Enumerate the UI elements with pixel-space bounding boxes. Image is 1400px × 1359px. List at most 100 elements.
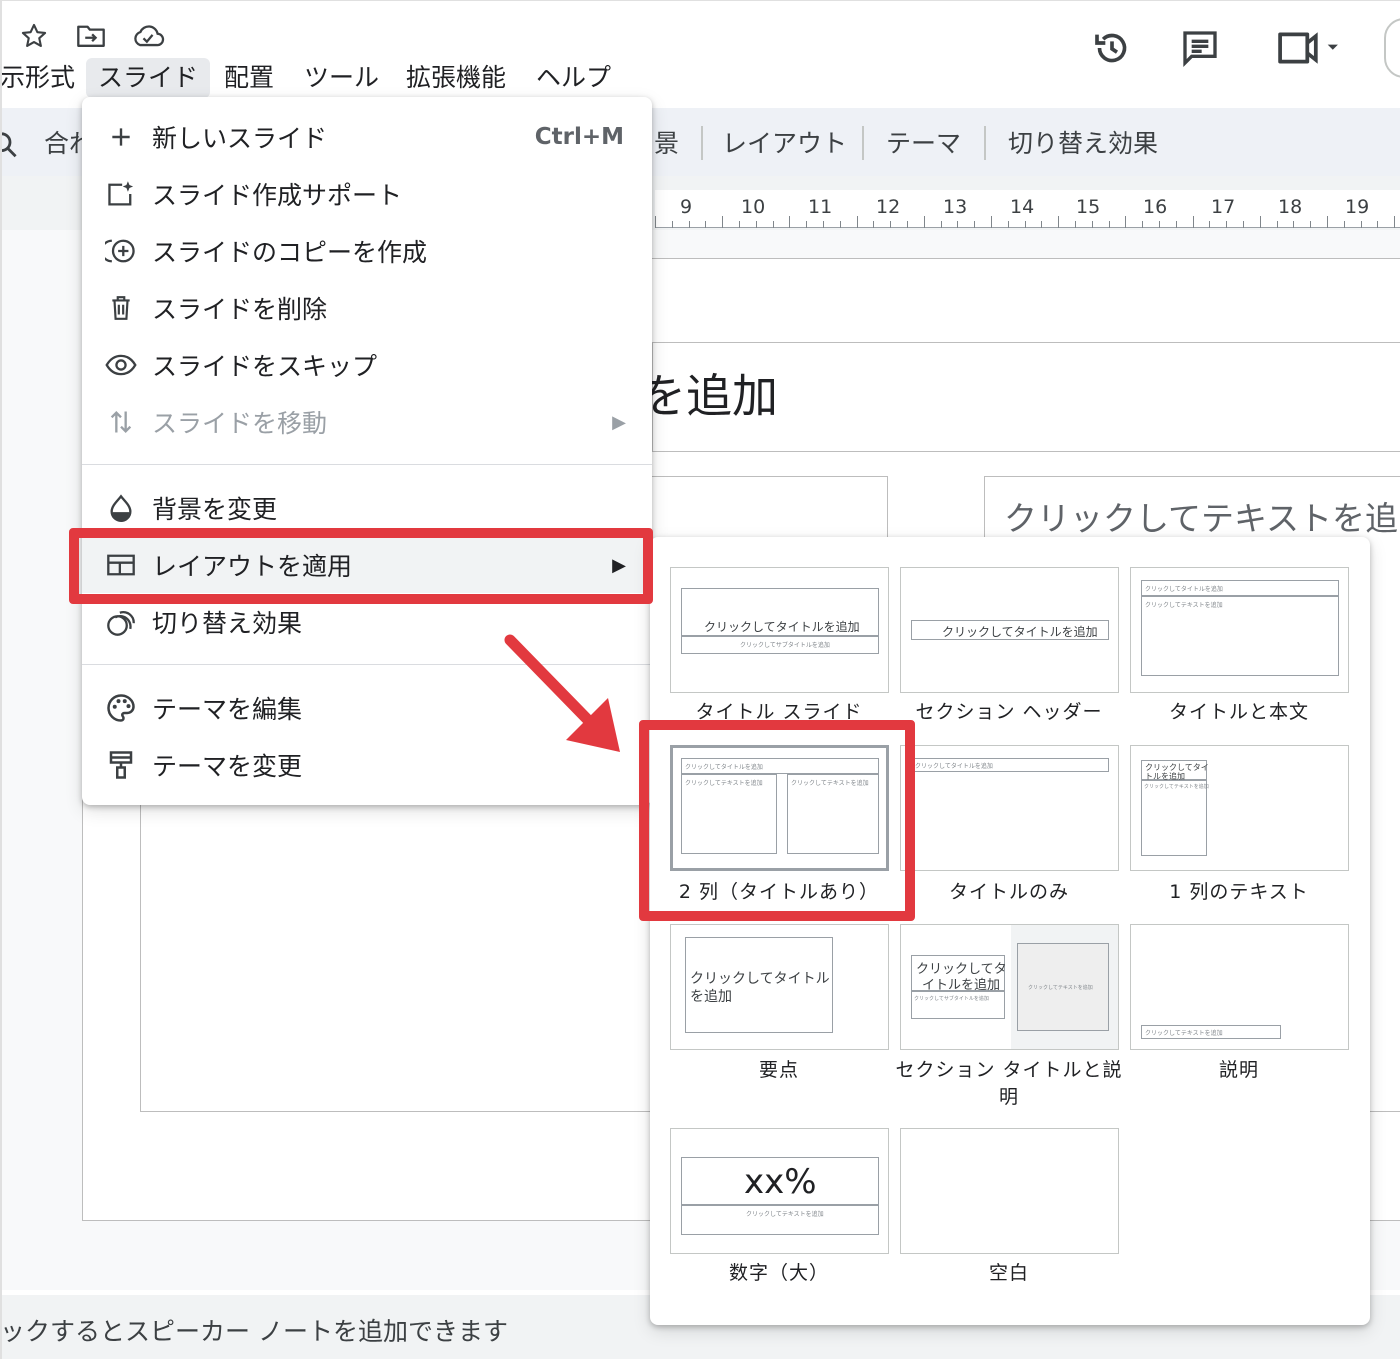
thumb-title-text: クリックしてタイトルを追加 bbox=[685, 764, 763, 771]
menu-item-label: スライドを移動 bbox=[152, 409, 328, 438]
ruler-label: 13 bbox=[943, 196, 968, 218]
menu-item-apply-layout[interactable]: レイアウトを適用 ▶ bbox=[82, 537, 652, 593]
layout-icon bbox=[104, 548, 138, 582]
menu-item-duplicate[interactable]: スライドのコピーを作成 bbox=[82, 223, 652, 279]
ruler-tick bbox=[941, 221, 942, 228]
duplicate-icon bbox=[104, 234, 138, 268]
ruler-tick bbox=[957, 221, 958, 228]
menu-divider bbox=[82, 464, 652, 465]
ruler-tick bbox=[1394, 216, 1395, 228]
layout-label: タイトルと本文 bbox=[1168, 701, 1309, 723]
ruler-label: 12 bbox=[876, 196, 901, 218]
layout-label: 説明 bbox=[1218, 1059, 1259, 1081]
thumb-title-box: クリックしてタイ トルを追加 bbox=[1141, 760, 1209, 781]
menubar-help[interactable]: ヘルプ bbox=[524, 58, 623, 98]
thumb-body-box: クリックしてテキストを追加 bbox=[681, 1205, 879, 1235]
thumb-title-text: を追加 bbox=[690, 989, 732, 1005]
thumb-body-text: クリックしてテキストを追加 bbox=[1145, 602, 1223, 609]
ruler-tick bbox=[1209, 221, 1210, 228]
ruler-tick bbox=[907, 221, 908, 228]
thumb-subtitle-box: クリックしてサブタイトルを追加 bbox=[681, 636, 879, 654]
layout-thumb-one-column[interactable]: クリックしてタイ トルを追加 クリックしてテキストを追加 bbox=[1130, 745, 1349, 871]
ruler-tick bbox=[739, 221, 740, 228]
menubar-format[interactable]: 示形式 bbox=[0, 58, 87, 98]
thumb-right-column: クリックしてテキストを追加 bbox=[787, 774, 879, 854]
thumb-subtitle-text: クリックしてサブタイトルを追加 bbox=[914, 996, 989, 1002]
thumb-caption-text: クリックしてテキストを追加 bbox=[1145, 1030, 1223, 1037]
ruler-label: 11 bbox=[808, 196, 833, 218]
thumb-subtitle-text: クリックしてサブタイトルを追加 bbox=[740, 642, 830, 649]
toolbar-transition[interactable]: 切り替え効果 bbox=[1008, 124, 1158, 160]
menu-item-move: スライドを移動 ▶ bbox=[82, 394, 652, 450]
layout-thumb-section-title-desc[interactable]: クリックしてテキストを追加 クリックしてタ イトルを追加 クリックしてサブタイト… bbox=[900, 924, 1119, 1050]
search-icon[interactable] bbox=[0, 130, 20, 160]
thumb-title-text: クリックしてタイトル bbox=[690, 971, 830, 987]
thumb-title-box: クリックしてタイトルを追加 bbox=[1141, 580, 1339, 596]
menubar-extensions[interactable]: 拡張機能 bbox=[394, 58, 518, 98]
layout-thumb-title-slide[interactable]: クリックしてタイトルを追加 クリックしてサブタイトルを追加 bbox=[670, 567, 889, 693]
menu-item-skip[interactable]: スライドをスキップ bbox=[82, 337, 652, 393]
menubar-arrange[interactable]: 配置 bbox=[212, 58, 286, 98]
menu-item-change-background[interactable]: 背景を変更 bbox=[82, 480, 652, 536]
thumb-left-column: クリックしてテキストを追加 bbox=[681, 774, 777, 854]
thumb-title-box: クリックしてタイトルを追加 bbox=[911, 758, 1109, 772]
ruler-tick bbox=[1260, 216, 1261, 228]
layout-thumb-title-and-body[interactable]: クリックしてタイトルを追加 クリックしてテキストを追加 bbox=[1130, 567, 1349, 693]
menu-item-delete[interactable]: スライドを削除 bbox=[82, 280, 652, 336]
ruler-tick bbox=[1226, 221, 1227, 228]
account-avatar-edge[interactable] bbox=[1384, 18, 1400, 78]
menubar-tools[interactable]: ツール bbox=[292, 58, 391, 98]
thumb-caption-box: クリックしてテキストを追加 bbox=[1141, 1025, 1281, 1039]
ruler-tick bbox=[1377, 221, 1378, 228]
transition-icon bbox=[104, 605, 138, 639]
toolbar-theme[interactable]: テーマ bbox=[886, 124, 961, 160]
layout-label: 1 列のテキスト bbox=[1169, 881, 1309, 903]
ruler-tick bbox=[672, 221, 673, 228]
cloud-saved-icon[interactable] bbox=[130, 20, 166, 52]
toolbar-background[interactable]: 景 bbox=[654, 124, 679, 160]
star-icon[interactable] bbox=[18, 20, 50, 52]
ruler-tick bbox=[689, 221, 690, 228]
menu-item-label: スライド作成サポート bbox=[152, 181, 403, 210]
layout-label: タイトルのみ bbox=[948, 881, 1069, 903]
speaker-notes-hint: ックするとスピーカー ノートを追加できます bbox=[0, 1317, 508, 1346]
ruler-tick bbox=[890, 221, 891, 228]
ruler-tick bbox=[1159, 221, 1160, 228]
red-arrow-icon bbox=[504, 634, 620, 752]
layout-thumb-main-point[interactable]: クリックしてタイトル を追加 bbox=[670, 924, 889, 1050]
menu-item-label: テーマを編集 bbox=[152, 695, 303, 724]
ruler-label: 14 bbox=[1010, 196, 1035, 218]
thumb-body-box: クリックしてテキストを追加 bbox=[1141, 596, 1339, 676]
thumb-title-box: クリックしてタイトルを追加 bbox=[911, 620, 1109, 640]
ruler-label: 18 bbox=[1278, 196, 1303, 218]
ruler-tick bbox=[1041, 221, 1042, 228]
layout-thumb-two-columns[interactable]: クリックしてタイトルを追加 クリックしてテキストを追加 クリックしてテキストを追… bbox=[670, 745, 889, 871]
layout-thumb-caption[interactable]: クリックしてテキストを追加 bbox=[1130, 924, 1349, 1050]
layout-thumb-title-only[interactable]: クリックしてタイトルを追加 bbox=[900, 745, 1119, 871]
version-history-icon[interactable] bbox=[1090, 26, 1134, 70]
menu-item-label: 新しいスライド bbox=[152, 124, 328, 153]
ruler-tick bbox=[1176, 221, 1177, 228]
layout-label: 空白 bbox=[988, 1262, 1029, 1284]
layout-thumb-big-number[interactable]: xx% クリックしてテキストを追加 bbox=[670, 1128, 889, 1254]
thumb-body-text: クリックしてテキストを追加 bbox=[1144, 784, 1209, 790]
move-to-folder-icon[interactable] bbox=[74, 20, 108, 52]
menubar-slide[interactable]: スライド bbox=[86, 58, 211, 98]
thumb-title-box: クリックしてタイトル を追加 bbox=[685, 937, 833, 1033]
menu-item-label: 切り替え効果 bbox=[152, 609, 303, 638]
thumb-body-box: クリックしてテキストを追加 bbox=[1017, 943, 1109, 1031]
menu-item-label: 背景を変更 bbox=[152, 495, 278, 524]
ruler-tick bbox=[1344, 221, 1345, 228]
toolbar-layout[interactable]: レイアウト bbox=[722, 124, 847, 160]
sparkle-slide-icon bbox=[104, 177, 138, 211]
meet-video-icon[interactable] bbox=[1274, 28, 1344, 68]
comments-icon[interactable] bbox=[1178, 26, 1222, 70]
ruler-tick bbox=[823, 221, 824, 228]
toolbar-separator bbox=[984, 126, 986, 160]
menu-item-slide-assist[interactable]: スライド作成サポート bbox=[82, 166, 652, 222]
menu-item-new-slide[interactable]: 新しいスライド Ctrl+M bbox=[82, 109, 652, 165]
thumb-title-text: クリックしてタイトルを追加 bbox=[915, 763, 993, 770]
layout-thumb-section-header[interactable]: クリックしてタイトルを追加 bbox=[900, 567, 1119, 693]
layout-thumb-blank[interactable] bbox=[900, 1128, 1119, 1254]
submenu-arrow-icon: ▶ bbox=[612, 411, 626, 433]
